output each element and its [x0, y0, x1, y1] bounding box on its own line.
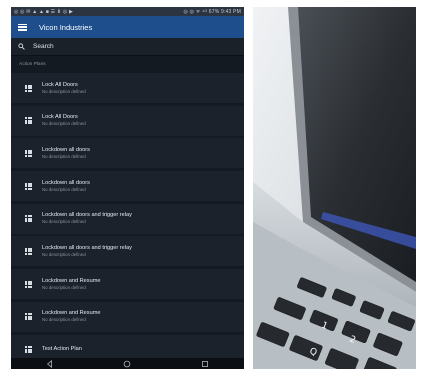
- grid-icon: [25, 346, 32, 353]
- item-text: Lockdown all doors and trigger relay No d…: [42, 245, 132, 258]
- item-text: Test Action Plan: [42, 346, 82, 353]
- item-description: No description defined: [42, 153, 86, 159]
- item-description: No description defined: [42, 219, 86, 225]
- grid-icon: [25, 149, 32, 157]
- laptop-photo: 1 2 Q: [253, 7, 416, 369]
- back-icon[interactable]: [45, 359, 55, 368]
- item-description: No description defined: [42, 284, 86, 290]
- item-text: Lock All Doors No description defined: [42, 82, 86, 95]
- laptop-image: 1 2 Q: [253, 7, 416, 369]
- action-plan-list: Lock All Doors No description defined Lock…: [11, 73, 244, 365]
- grid-icon: [25, 215, 32, 223]
- action-plan-item[interactable]: Lockdown all doors and trigger relay No d…: [11, 203, 244, 234]
- item-text: Lockdown all doors No description defined: [42, 180, 90, 193]
- app-bar: Vicon Industries: [11, 16, 244, 38]
- action-plan-item[interactable]: Lockdown and Resume No description define…: [11, 269, 244, 300]
- status-left-icons: ◎ ◎ ✉ ▲ ▲ ■ ☰ ⬇ ◎ ▶: [14, 8, 74, 15]
- status-right-icons: ◎ ◎ ᯤ ⁴ᴳ: [183, 8, 208, 15]
- search-bar[interactable]: Search: [11, 38, 244, 56]
- status-right: ◎ ◎ ᯤ ⁴ᴳ 67% 9:43 PM: [183, 9, 241, 15]
- menu-icon[interactable]: [18, 23, 27, 31]
- item-description: No description defined: [42, 317, 86, 323]
- search-icon: [18, 43, 25, 50]
- section-header: Action Plans: [19, 62, 46, 67]
- item-description: No description defined: [42, 88, 86, 94]
- recents-icon[interactable]: [200, 360, 210, 368]
- item-title: Test Action Plan: [42, 346, 82, 352]
- item-title: Lockdown all doors and trigger relay: [42, 212, 132, 219]
- search-label: Search: [33, 43, 54, 50]
- action-plan-item[interactable]: Lock All Doors No description defined: [11, 73, 244, 103]
- item-description: No description defined: [42, 121, 86, 127]
- item-title: Lockdown all doors: [42, 146, 90, 153]
- item-title: Lockdown all doors: [42, 179, 90, 186]
- action-plan-item[interactable]: Lockdown all doors and trigger relay No d…: [11, 236, 244, 267]
- item-title: Lock All Doors: [42, 114, 78, 121]
- battery-level: 67%: [208, 8, 220, 15]
- action-plan-item[interactable]: Lockdown and Resume No description define…: [11, 301, 244, 332]
- action-plan-item[interactable]: Lock All Doors No description defined: [11, 105, 244, 136]
- grid-icon: [25, 313, 32, 321]
- item-text: Lockdown and Resume No description define…: [42, 278, 100, 291]
- item-text: Lockdown and Resume No description define…: [42, 310, 100, 323]
- grid-icon: [25, 182, 32, 190]
- item-text: Lock All Doors No description defined: [42, 114, 86, 127]
- item-title: Lockdown all doors and trigger relay: [42, 244, 132, 251]
- item-title: Lock All Doors: [42, 81, 78, 88]
- action-plan-item[interactable]: Lockdown all doors No description defined: [11, 171, 244, 202]
- item-description: No description defined: [42, 251, 86, 257]
- app-title: Vicon Industries: [39, 22, 93, 32]
- status-time: 9:43 PM: [220, 8, 241, 15]
- phone-screenshot: ◎ ◎ ✉ ▲ ▲ ■ ☰ ⬇ ◎ ▶ ◎ ◎ ᯤ ⁴ᴳ 67% 9:43 PM…: [11, 7, 244, 369]
- grid-icon: [25, 280, 32, 288]
- item-title: Lockdown and Resume: [42, 310, 101, 317]
- item-title: Lockdown and Resume: [42, 277, 101, 284]
- item-text: Lockdown all doors No description defined: [42, 147, 90, 160]
- status-bar: ◎ ◎ ✉ ▲ ▲ ■ ☰ ⬇ ◎ ▶ ◎ ◎ ᯤ ⁴ᴳ 67% 9:43 PM: [11, 7, 244, 16]
- grid-icon: [25, 247, 32, 255]
- nav-bar: [11, 358, 244, 369]
- grid-icon: [25, 84, 32, 92]
- grid-icon: [25, 117, 32, 125]
- action-plan-item[interactable]: Lockdown all doors No description defined: [11, 138, 244, 169]
- home-icon[interactable]: [122, 360, 132, 368]
- item-description: No description defined: [42, 186, 86, 192]
- item-text: Lockdown all doors and trigger relay No d…: [42, 212, 132, 225]
